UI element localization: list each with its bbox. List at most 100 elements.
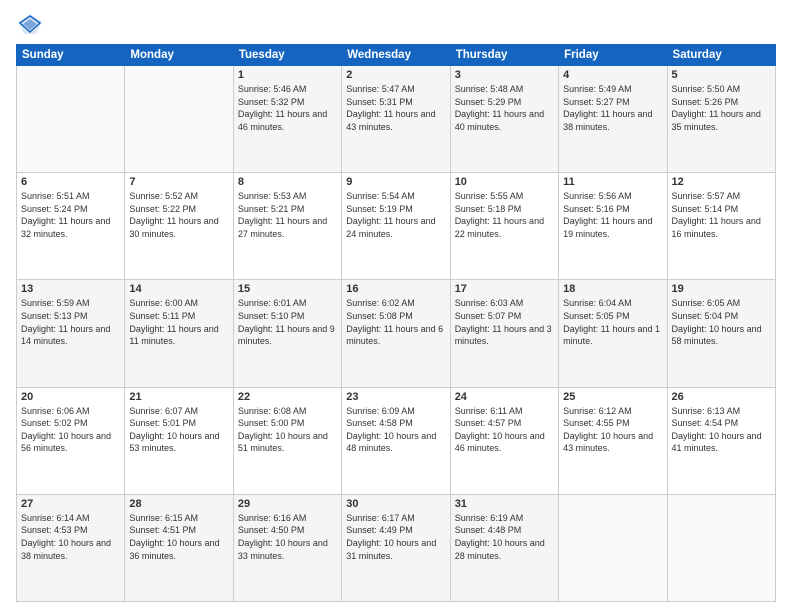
day-number: 19 <box>672 283 771 295</box>
day-info: Sunrise: 6:00 AMSunset: 5:11 PMDaylight:… <box>129 297 228 347</box>
calendar-cell: 4 Sunrise: 5:49 AMSunset: 5:27 PMDaylight… <box>559 66 667 173</box>
calendar-week-row: 1 Sunrise: 5:46 AMSunset: 5:32 PMDaylight… <box>17 66 776 173</box>
day-info: Sunrise: 6:19 AMSunset: 4:48 PMDaylight:… <box>455 512 554 562</box>
calendar-cell: 2 Sunrise: 5:47 AMSunset: 5:31 PMDaylight… <box>342 66 450 173</box>
calendar-cell: 26 Sunrise: 6:13 AMSunset: 4:54 PMDayligh… <box>667 387 775 494</box>
calendar-cell: 16Sunrise: 6:02 AMSunset: 5:08 PMDayligh… <box>342 280 450 387</box>
weekday-header: Sunday <box>17 45 125 66</box>
day-info: Sunrise: 6:06 AMSunset: 5:02 PMDaylight:… <box>21 405 120 455</box>
day-number: 17 <box>455 283 554 295</box>
day-number: 31 <box>455 498 554 510</box>
calendar-cell: 8 Sunrise: 5:53 AMSunset: 5:21 PMDaylight… <box>233 173 341 280</box>
day-number: 2 <box>346 69 445 81</box>
calendar-cell: 18 Sunrise: 6:04 AMSunset: 5:05 PMDayligh… <box>559 280 667 387</box>
calendar-cell: 11 Sunrise: 5:56 AMSunset: 5:16 PMDayligh… <box>559 173 667 280</box>
day-info: Sunrise: 5:55 AMSunset: 5:18 PMDaylight:… <box>455 190 554 240</box>
page: SundayMondayTuesdayWednesdayThursdayFrid… <box>0 0 792 612</box>
calendar-week-row: 6 Sunrise: 5:51 AMSunset: 5:24 PMDaylight… <box>17 173 776 280</box>
calendar-cell: 29 Sunrise: 6:16 AMSunset: 4:50 PMDayligh… <box>233 494 341 601</box>
calendar-cell <box>125 66 233 173</box>
day-info: Sunrise: 5:46 AMSunset: 5:32 PMDaylight:… <box>238 83 337 133</box>
day-info: Sunrise: 5:57 AMSunset: 5:14 PMDaylight:… <box>672 190 771 240</box>
day-number: 15 <box>238 283 337 295</box>
calendar-cell: 9Sunrise: 5:54 AMSunset: 5:19 PMDaylight… <box>342 173 450 280</box>
day-info: Sunrise: 5:56 AMSunset: 5:16 PMDaylight:… <box>563 190 662 240</box>
calendar-cell: 14 Sunrise: 6:00 AMSunset: 5:11 PMDayligh… <box>125 280 233 387</box>
calendar-cell <box>559 494 667 601</box>
day-number: 25 <box>563 391 662 403</box>
calendar-cell: 20 Sunrise: 6:06 AMSunset: 5:02 PMDayligh… <box>17 387 125 494</box>
day-number: 4 <box>563 69 662 81</box>
day-number: 22 <box>238 391 337 403</box>
day-number: 18 <box>563 283 662 295</box>
calendar-cell: 13Sunrise: 5:59 AMSunset: 5:13 PMDayligh… <box>17 280 125 387</box>
day-info: Sunrise: 5:53 AMSunset: 5:21 PMDaylight:… <box>238 190 337 240</box>
day-number: 7 <box>129 176 228 188</box>
weekday-header: Wednesday <box>342 45 450 66</box>
day-info: Sunrise: 6:07 AMSunset: 5:01 PMDaylight:… <box>129 405 228 455</box>
day-number: 21 <box>129 391 228 403</box>
calendar-cell: 21 Sunrise: 6:07 AMSunset: 5:01 PMDayligh… <box>125 387 233 494</box>
day-number: 8 <box>238 176 337 188</box>
calendar-cell: 1 Sunrise: 5:46 AMSunset: 5:32 PMDaylight… <box>233 66 341 173</box>
calendar-cell <box>667 494 775 601</box>
weekday-header: Monday <box>125 45 233 66</box>
day-info: Sunrise: 5:50 AMSunset: 5:26 PMDaylight:… <box>672 83 771 133</box>
calendar-cell: 15 Sunrise: 6:01 AMSunset: 5:10 PMDayligh… <box>233 280 341 387</box>
day-number: 1 <box>238 69 337 81</box>
logo <box>16 12 48 36</box>
day-info: Sunrise: 6:13 AMSunset: 4:54 PMDaylight:… <box>672 405 771 455</box>
day-number: 16 <box>346 283 445 295</box>
day-number: 12 <box>672 176 771 188</box>
day-info: Sunrise: 6:12 AMSunset: 4:55 PMDaylight:… <box>563 405 662 455</box>
day-info: Sunrise: 6:16 AMSunset: 4:50 PMDaylight:… <box>238 512 337 562</box>
day-info: Sunrise: 5:49 AMSunset: 5:27 PMDaylight:… <box>563 83 662 133</box>
logo-icon <box>16 12 44 36</box>
day-info: Sunrise: 5:52 AMSunset: 5:22 PMDaylight:… <box>129 190 228 240</box>
calendar: SundayMondayTuesdayWednesdayThursdayFrid… <box>16 44 776 602</box>
calendar-week-row: 27Sunrise: 6:14 AMSunset: 4:53 PMDayligh… <box>17 494 776 601</box>
day-number: 13 <box>21 283 120 295</box>
calendar-cell: 27Sunrise: 6:14 AMSunset: 4:53 PMDayligh… <box>17 494 125 601</box>
calendar-cell <box>17 66 125 173</box>
day-info: Sunrise: 6:15 AMSunset: 4:51 PMDaylight:… <box>129 512 228 562</box>
calendar-week-row: 13Sunrise: 5:59 AMSunset: 5:13 PMDayligh… <box>17 280 776 387</box>
calendar-week-row: 20 Sunrise: 6:06 AMSunset: 5:02 PMDayligh… <box>17 387 776 494</box>
day-number: 6 <box>21 176 120 188</box>
day-info: Sunrise: 6:04 AMSunset: 5:05 PMDaylight:… <box>563 297 662 347</box>
day-info: Sunrise: 5:51 AMSunset: 5:24 PMDaylight:… <box>21 190 120 240</box>
weekday-header: Friday <box>559 45 667 66</box>
calendar-cell: 28 Sunrise: 6:15 AMSunset: 4:51 PMDayligh… <box>125 494 233 601</box>
day-number: 20 <box>21 391 120 403</box>
day-number: 24 <box>455 391 554 403</box>
calendar-cell: 24 Sunrise: 6:11 AMSunset: 4:57 PMDayligh… <box>450 387 558 494</box>
calendar-cell: 7 Sunrise: 5:52 AMSunset: 5:22 PMDaylight… <box>125 173 233 280</box>
day-info: Sunrise: 6:05 AMSunset: 5:04 PMDaylight:… <box>672 297 771 347</box>
day-info: Sunrise: 5:54 AMSunset: 5:19 PMDaylight:… <box>346 190 445 240</box>
weekday-header: Thursday <box>450 45 558 66</box>
day-number: 29 <box>238 498 337 510</box>
day-number: 30 <box>346 498 445 510</box>
calendar-cell: 6 Sunrise: 5:51 AMSunset: 5:24 PMDaylight… <box>17 173 125 280</box>
day-info: Sunrise: 6:03 AMSunset: 5:07 PMDaylight:… <box>455 297 554 347</box>
calendar-cell: 30Sunrise: 6:17 AMSunset: 4:49 PMDayligh… <box>342 494 450 601</box>
weekday-header-row: SundayMondayTuesdayWednesdayThursdayFrid… <box>17 45 776 66</box>
header <box>16 12 776 36</box>
calendar-cell: 23Sunrise: 6:09 AMSunset: 4:58 PMDayligh… <box>342 387 450 494</box>
day-info: Sunrise: 6:01 AMSunset: 5:10 PMDaylight:… <box>238 297 337 347</box>
day-number: 28 <box>129 498 228 510</box>
day-info: Sunrise: 6:11 AMSunset: 4:57 PMDaylight:… <box>455 405 554 455</box>
calendar-cell: 3 Sunrise: 5:48 AMSunset: 5:29 PMDaylight… <box>450 66 558 173</box>
day-number: 26 <box>672 391 771 403</box>
day-number: 14 <box>129 283 228 295</box>
weekday-header: Saturday <box>667 45 775 66</box>
day-number: 11 <box>563 176 662 188</box>
day-number: 10 <box>455 176 554 188</box>
calendar-cell: 12 Sunrise: 5:57 AMSunset: 5:14 PMDayligh… <box>667 173 775 280</box>
day-info: Sunrise: 6:14 AMSunset: 4:53 PMDaylight:… <box>21 512 120 562</box>
day-number: 5 <box>672 69 771 81</box>
day-info: Sunrise: 5:47 AMSunset: 5:31 PMDaylight:… <box>346 83 445 133</box>
day-number: 3 <box>455 69 554 81</box>
day-info: Sunrise: 5:48 AMSunset: 5:29 PMDaylight:… <box>455 83 554 133</box>
calendar-cell: 22Sunrise: 6:08 AMSunset: 5:00 PMDayligh… <box>233 387 341 494</box>
